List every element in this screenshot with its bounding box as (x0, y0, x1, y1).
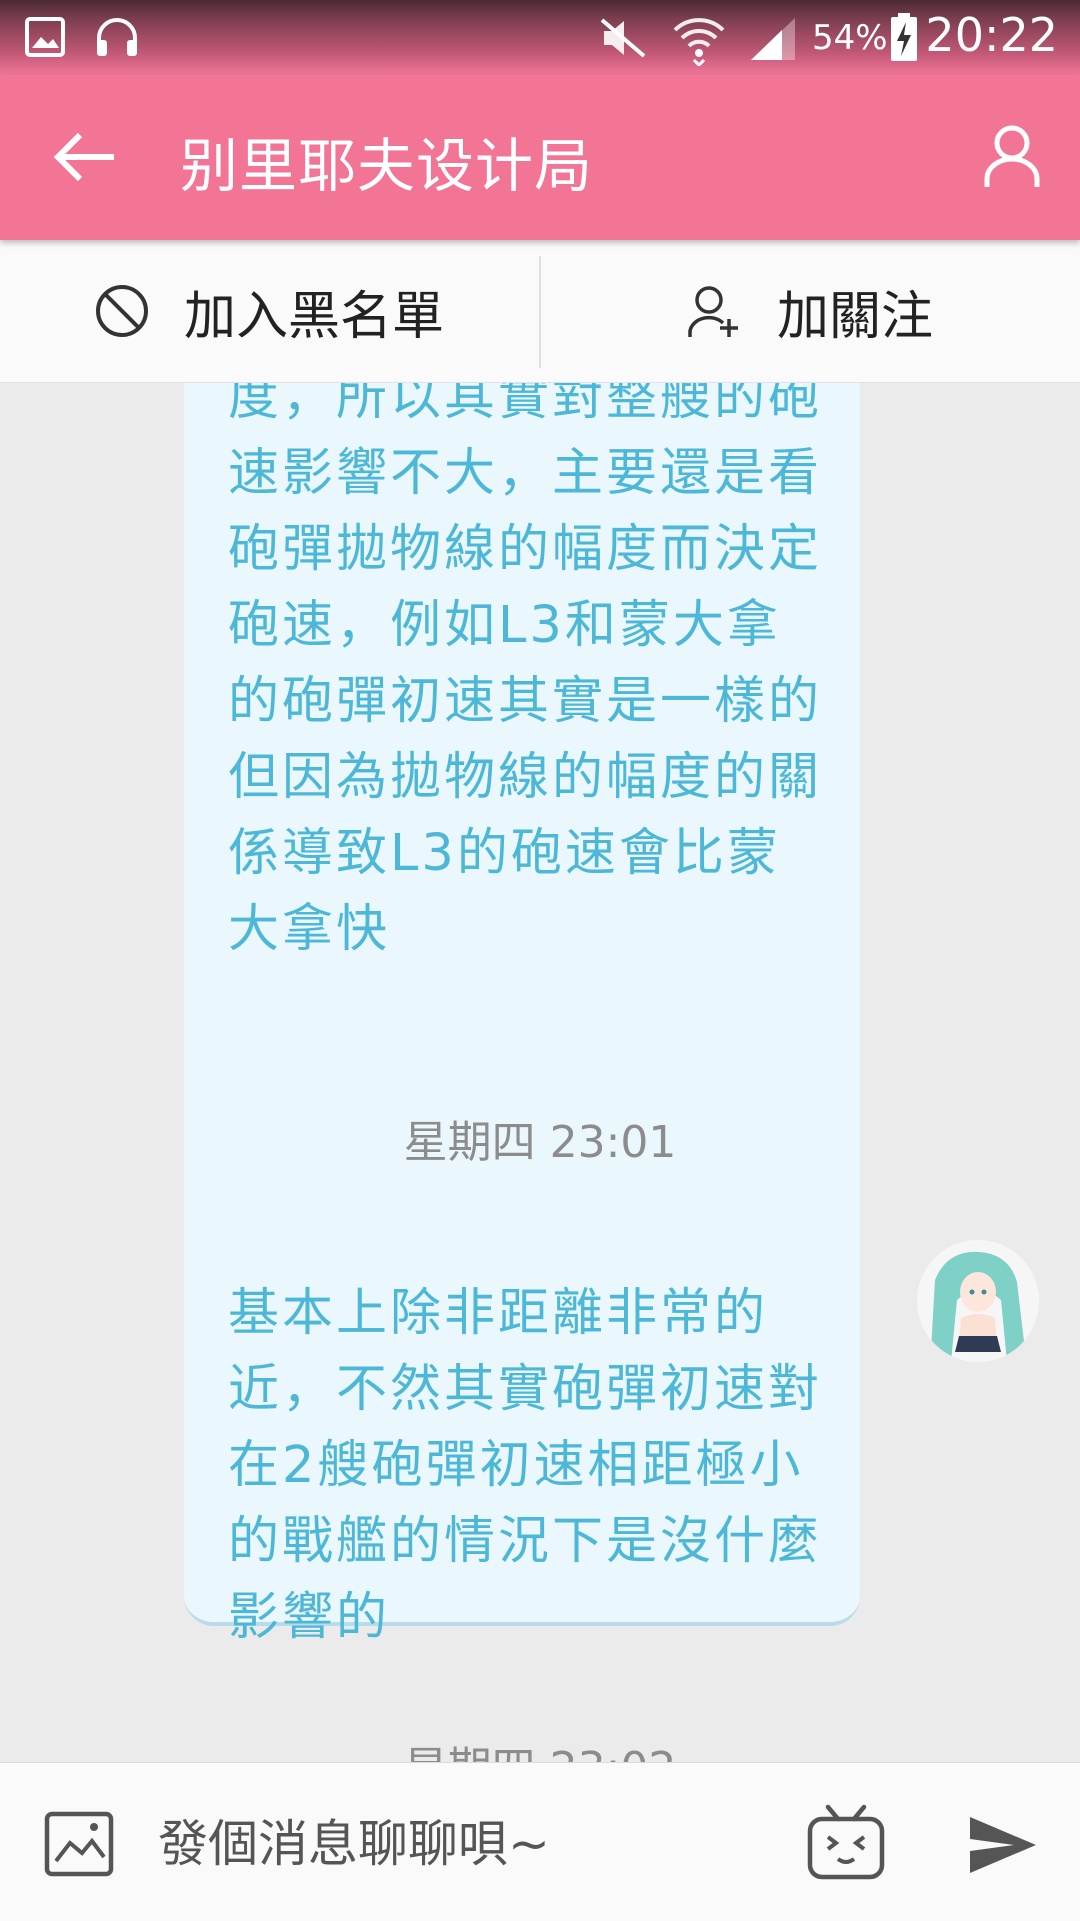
follow-label: 加關注 (776, 286, 933, 347)
send-icon[interactable] (968, 1815, 1038, 1875)
message-bubble[interactable]: 基本上除非距離非常的近，不然其實砲彈初速對在2艘砲彈初速相距極小的戰艦的情況下是… (184, 1246, 860, 1647)
follow-button[interactable]: 加關注 (541, 240, 1079, 382)
status-bar: 54% 20:22 (0, 0, 1080, 75)
status-time: 20:22 (925, 8, 1058, 62)
gallery-icon (25, 17, 65, 57)
input-bar (0, 1762, 1080, 1921)
emoji-tv-icon[interactable] (806, 1803, 886, 1881)
add-user-icon (688, 286, 738, 337)
user-profile-icon[interactable] (982, 123, 1042, 189)
message-input[interactable] (156, 1793, 780, 1895)
headphones-icon (97, 18, 137, 56)
message-list[interactable]: 度，所以其實對整艘的砲速影響不大，主要還是看砲彈拋物線的幅度而決定砲速，例如L3… (0, 382, 1080, 1762)
avatar[interactable] (917, 1240, 1039, 1362)
wifi-icon (673, 18, 725, 66)
signal-icon (751, 18, 795, 60)
message-timestamp: 星期四 23:02 (0, 1732, 1080, 1762)
block-label: 加入黑名單 (183, 286, 444, 347)
page-title: 别里耶夫设计局 (180, 132, 594, 200)
avatar-image (917, 1240, 1039, 1362)
battery-charging-icon (891, 13, 917, 61)
app-bar: 别里耶夫设计局 (0, 75, 1080, 240)
action-bar: 加入黑名單 加關注 (0, 240, 1080, 383)
block-icon (95, 285, 148, 337)
image-icon[interactable] (44, 1811, 114, 1877)
mute-icon (600, 18, 646, 58)
message-timestamp: 星期四 23:01 (403, 1117, 677, 1168)
battery-percent: 54% (812, 18, 888, 58)
back-arrow-icon[interactable] (50, 127, 120, 187)
block-button[interactable]: 加入黑名單 (0, 240, 538, 382)
